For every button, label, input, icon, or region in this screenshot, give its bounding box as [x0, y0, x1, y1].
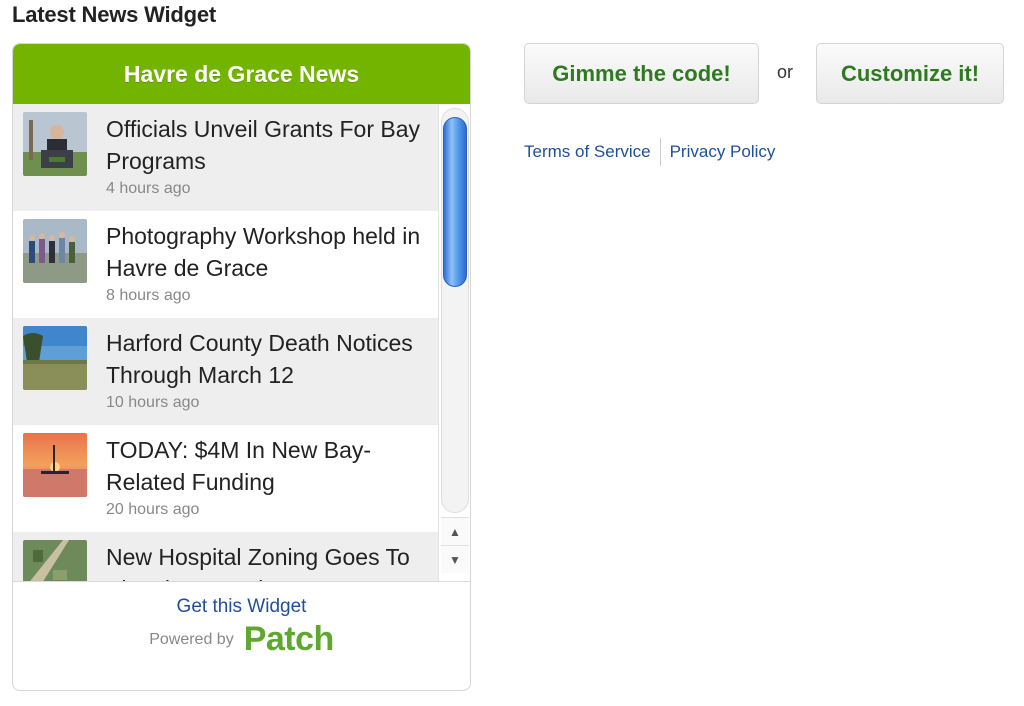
news-item[interactable]: TODAY: $4M In New Bay-Related Funding 20…	[13, 425, 439, 532]
powered-by: Powered by Patch	[13, 620, 470, 659]
news-item-time: 10 hours ago	[106, 394, 200, 411]
news-item[interactable]: Photography Workshop held in Havre de Gr…	[13, 211, 439, 318]
link-divider	[659, 138, 661, 166]
scroll-up-arrow-icon[interactable]: ▲	[441, 517, 469, 545]
or-text: or	[777, 62, 794, 82]
patch-logo[interactable]: Patch	[244, 620, 335, 659]
news-item-title[interactable]: New Hospital Zoning Goes To Planning Boa…	[106, 541, 439, 581]
thumb-group-outdoors[interactable]	[23, 219, 87, 283]
widget-header: Havre de Grace News	[13, 44, 470, 104]
thumb-person-podium[interactable]	[23, 112, 87, 176]
news-item[interactable]: Harford County Death Notices Through Mar…	[13, 318, 439, 425]
terms-of-service-link[interactable]: Terms of Service	[524, 142, 651, 162]
news-item-title[interactable]: Harford County Death Notices Through Mar…	[106, 327, 439, 391]
news-item-title[interactable]: TODAY: $4M In New Bay-Related Funding	[106, 434, 439, 498]
thumb-sunset-boat[interactable]	[23, 433, 87, 497]
scroll-down-arrow-icon[interactable]: ▼	[441, 545, 469, 573]
widget-footer: Get this Widget Powered by Patch	[13, 582, 470, 659]
news-widget: Havre de Grace News Officials Unveil Gra…	[12, 43, 471, 691]
privacy-policy-link[interactable]: Privacy Policy	[670, 142, 776, 162]
news-item[interactable]: New Hospital Zoning Goes To Planning Boa…	[13, 532, 439, 581]
thumb-aerial-map[interactable]	[23, 540, 87, 581]
news-item-time: 20 hours ago	[106, 501, 200, 518]
news-item-time: 8 hours ago	[106, 287, 191, 304]
page-title: Latest News Widget	[12, 2, 217, 27]
news-feed: Officials Unveil Grants For Bay Programs…	[13, 104, 470, 582]
footer-links: Terms of Service Privacy Policy	[524, 138, 775, 166]
news-item-title[interactable]: Officials Unveil Grants For Bay Programs	[106, 113, 439, 177]
thumb-field-sky[interactable]	[23, 326, 87, 390]
scroll-thumb[interactable]	[443, 117, 467, 287]
feed-scrollbar[interactable]: ▲ ▼	[438, 104, 470, 581]
scroll-track[interactable]	[441, 108, 469, 513]
powered-by-label: Powered by	[149, 630, 234, 648]
news-item-time: 4 hours ago	[106, 180, 191, 197]
news-item[interactable]: Officials Unveil Grants For Bay Programs…	[13, 104, 439, 211]
gimme-code-button[interactable]: Gimme the code!	[524, 43, 759, 104]
news-list: Officials Unveil Grants For Bay Programs…	[13, 104, 439, 581]
customize-button[interactable]: Customize it!	[816, 43, 1004, 104]
news-item-title[interactable]: Photography Workshop held in Havre de Gr…	[106, 220, 439, 284]
get-widget-link[interactable]: Get this Widget	[177, 596, 307, 618]
